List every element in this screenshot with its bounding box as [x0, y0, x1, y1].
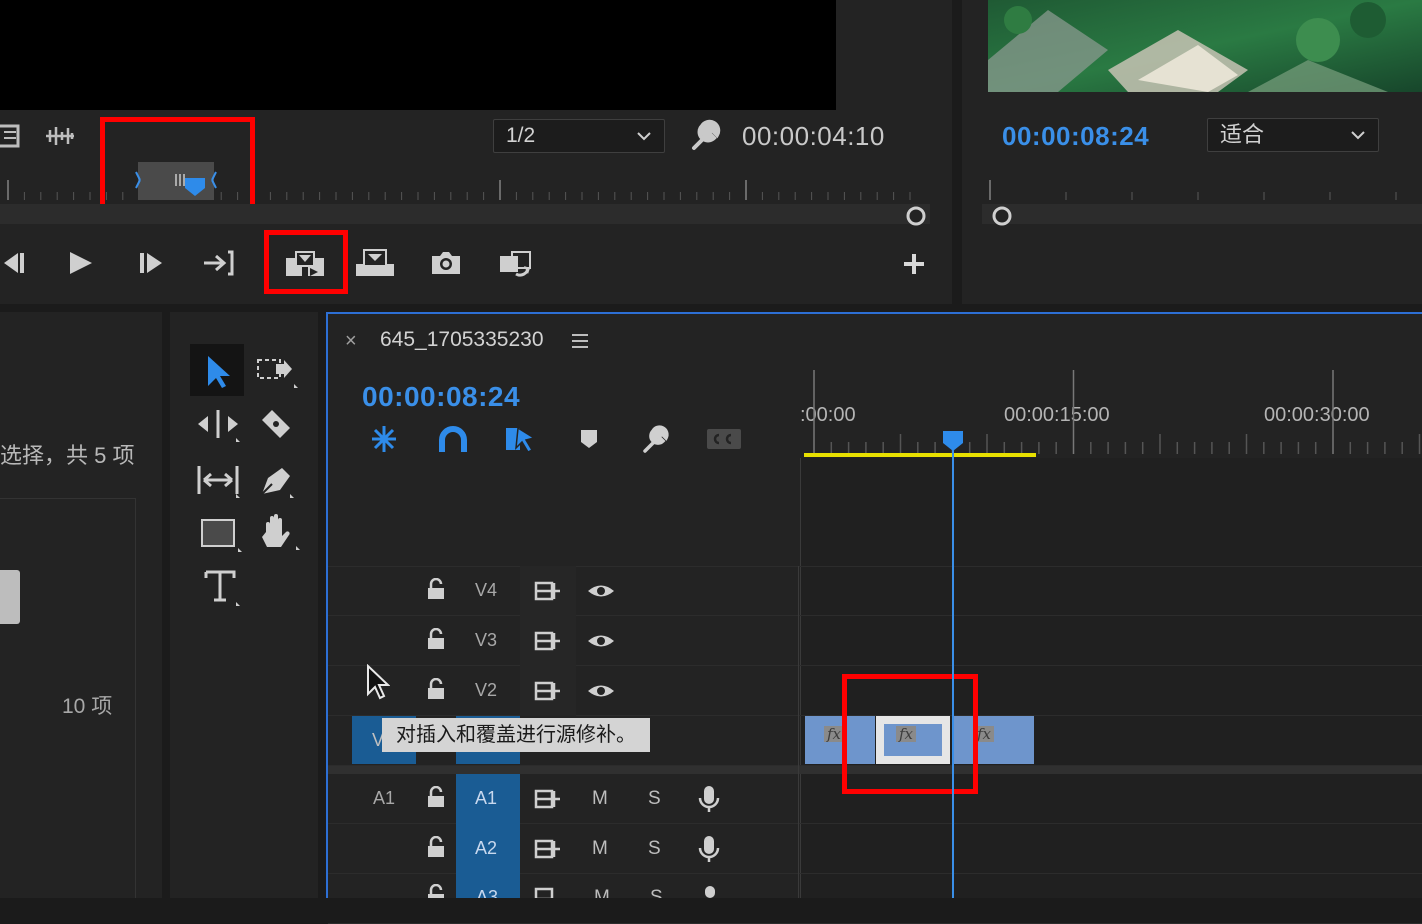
mute-button[interactable]: M: [592, 838, 608, 860]
sequence-tab-title[interactable]: 645_1705335230: [380, 328, 544, 352]
highlight-insert-button: [264, 230, 348, 294]
source-patch-a1-label[interactable]: A1: [364, 788, 404, 809]
project-list-area[interactable]: [0, 498, 136, 898]
eye-icon[interactable]: [586, 582, 616, 600]
program-timecode[interactable]: 00:00:08:24: [1002, 121, 1149, 152]
playhead-start-circle-icon[interactable]: [991, 205, 1013, 227]
track-label-v4[interactable]: V4: [466, 580, 506, 601]
lock-icon[interactable]: [426, 786, 446, 808]
timeline-timecode[interactable]: 00:00:08:24: [362, 381, 520, 413]
overwrite-icon[interactable]: [354, 246, 396, 280]
timeline-ruler[interactable]: [800, 370, 1422, 458]
mute-button[interactable]: M: [592, 788, 608, 810]
track-select-tool-icon[interactable]: [256, 354, 300, 394]
lock-icon[interactable]: [426, 884, 446, 898]
snap-magnet-icon[interactable]: [438, 424, 468, 454]
track-label-v2[interactable]: V2: [466, 680, 506, 701]
eye-icon[interactable]: [586, 632, 616, 650]
pen-tool-icon[interactable]: [258, 460, 294, 500]
timeline-settings-wrench-icon[interactable]: [640, 424, 672, 454]
rectangle-tool-icon[interactable]: [200, 514, 244, 554]
mouse-cursor-icon: [366, 664, 390, 700]
slip-tool-icon[interactable]: [196, 460, 244, 500]
add-marker-icon[interactable]: [578, 428, 600, 450]
lock-icon[interactable]: [426, 678, 446, 700]
source-timecode: 00:00:04:10: [742, 121, 885, 151]
track-label-a2: A2: [474, 838, 498, 858]
program-scroll-track[interactable]: [982, 204, 1422, 224]
play-icon[interactable]: [66, 250, 94, 276]
sync-lock-icon[interactable]: [534, 788, 562, 810]
chevron-down-icon: [637, 132, 651, 141]
lock-icon[interactable]: [426, 578, 446, 600]
selection-summary: 选择，共 5 项: [0, 443, 135, 468]
selection-tool-button[interactable]: [190, 344, 244, 396]
lock-icon[interactable]: [426, 836, 446, 858]
in-out-range-bar[interactable]: [804, 453, 1036, 457]
hand-tool-icon[interactable]: [258, 512, 302, 552]
track-label-v3[interactable]: V3: [466, 630, 506, 651]
add-button-icon[interactable]: [902, 252, 926, 276]
microphone-icon[interactable]: [698, 784, 720, 814]
source-video-frame: [0, 0, 836, 110]
solo-button[interactable]: S: [648, 788, 661, 810]
captions-cc-icon[interactable]: [706, 428, 742, 450]
fit-zoom-dropdown[interactable]: 适合: [1207, 118, 1379, 152]
playback-resolution-dropdown[interactable]: 1/2: [493, 119, 665, 153]
linked-selection-icon[interactable]: [504, 424, 536, 454]
razor-tool-icon[interactable]: [258, 406, 294, 442]
sync-lock-icon[interactable]: [534, 630, 562, 652]
step-back-icon[interactable]: [0, 250, 26, 276]
fit-zoom-value: 适合: [1220, 122, 1265, 147]
highlight-selected-clip: [842, 674, 978, 794]
track-label-a3: A3: [476, 888, 499, 898]
program-monitor-panel: 00:00:08:24 适合: [962, 0, 1422, 304]
ripple-edit-tool-icon[interactable]: [196, 406, 244, 446]
tools-panel: [170, 312, 318, 898]
source-scroll-track[interactable]: [0, 204, 930, 224]
program-video-frame: [988, 0, 1422, 92]
camera-icon[interactable]: [430, 250, 462, 276]
playhead-marker-icon[interactable]: [942, 430, 964, 452]
export-frame-icon[interactable]: [0, 124, 20, 148]
sync-lock-icon[interactable]: [534, 838, 562, 860]
playhead-end-circle-icon[interactable]: [905, 205, 927, 227]
track-label-a1: A1: [474, 788, 498, 808]
solo-button[interactable]: S: [648, 838, 661, 860]
microphone-icon[interactable]: [698, 834, 720, 864]
source-patch-tooltip: 对插入和覆盖进行源修补。: [382, 718, 650, 752]
swap-sequence-icon[interactable]: [498, 248, 534, 280]
solo-button[interactable]: S: [650, 888, 663, 898]
sync-lock-icon[interactable]: [534, 886, 562, 898]
mute-button[interactable]: M: [594, 888, 610, 898]
fx-badge: fx: [824, 726, 845, 742]
nest-toggle-icon[interactable]: [368, 424, 400, 454]
drag-audio-only-icon[interactable]: [44, 124, 76, 148]
track-header-divider: [798, 566, 799, 898]
type-tool-icon[interactable]: [202, 568, 246, 608]
eye-icon[interactable]: [586, 682, 616, 700]
program-time-ruler[interactable]: [982, 180, 1422, 202]
close-sequence-button[interactable]: ×: [345, 330, 357, 353]
wrench-icon[interactable]: [688, 118, 722, 152]
source-monitor-panel: 1/2 00:00:04:10: [0, 0, 952, 304]
sync-lock-icon[interactable]: [534, 580, 562, 602]
playback-resolution-value: 1/2: [506, 124, 536, 147]
sync-lock-icon[interactable]: [534, 680, 562, 702]
chevron-down-icon: [1351, 131, 1365, 140]
microphone-icon[interactable]: [704, 884, 716, 898]
step-forward-icon[interactable]: [138, 250, 166, 276]
go-to-out-icon[interactable]: [202, 248, 236, 278]
arrow-select-icon: [208, 356, 230, 388]
panel-menu-icon[interactable]: [570, 332, 590, 350]
playhead-line[interactable]: [952, 440, 954, 898]
lock-icon[interactable]: [426, 628, 446, 650]
